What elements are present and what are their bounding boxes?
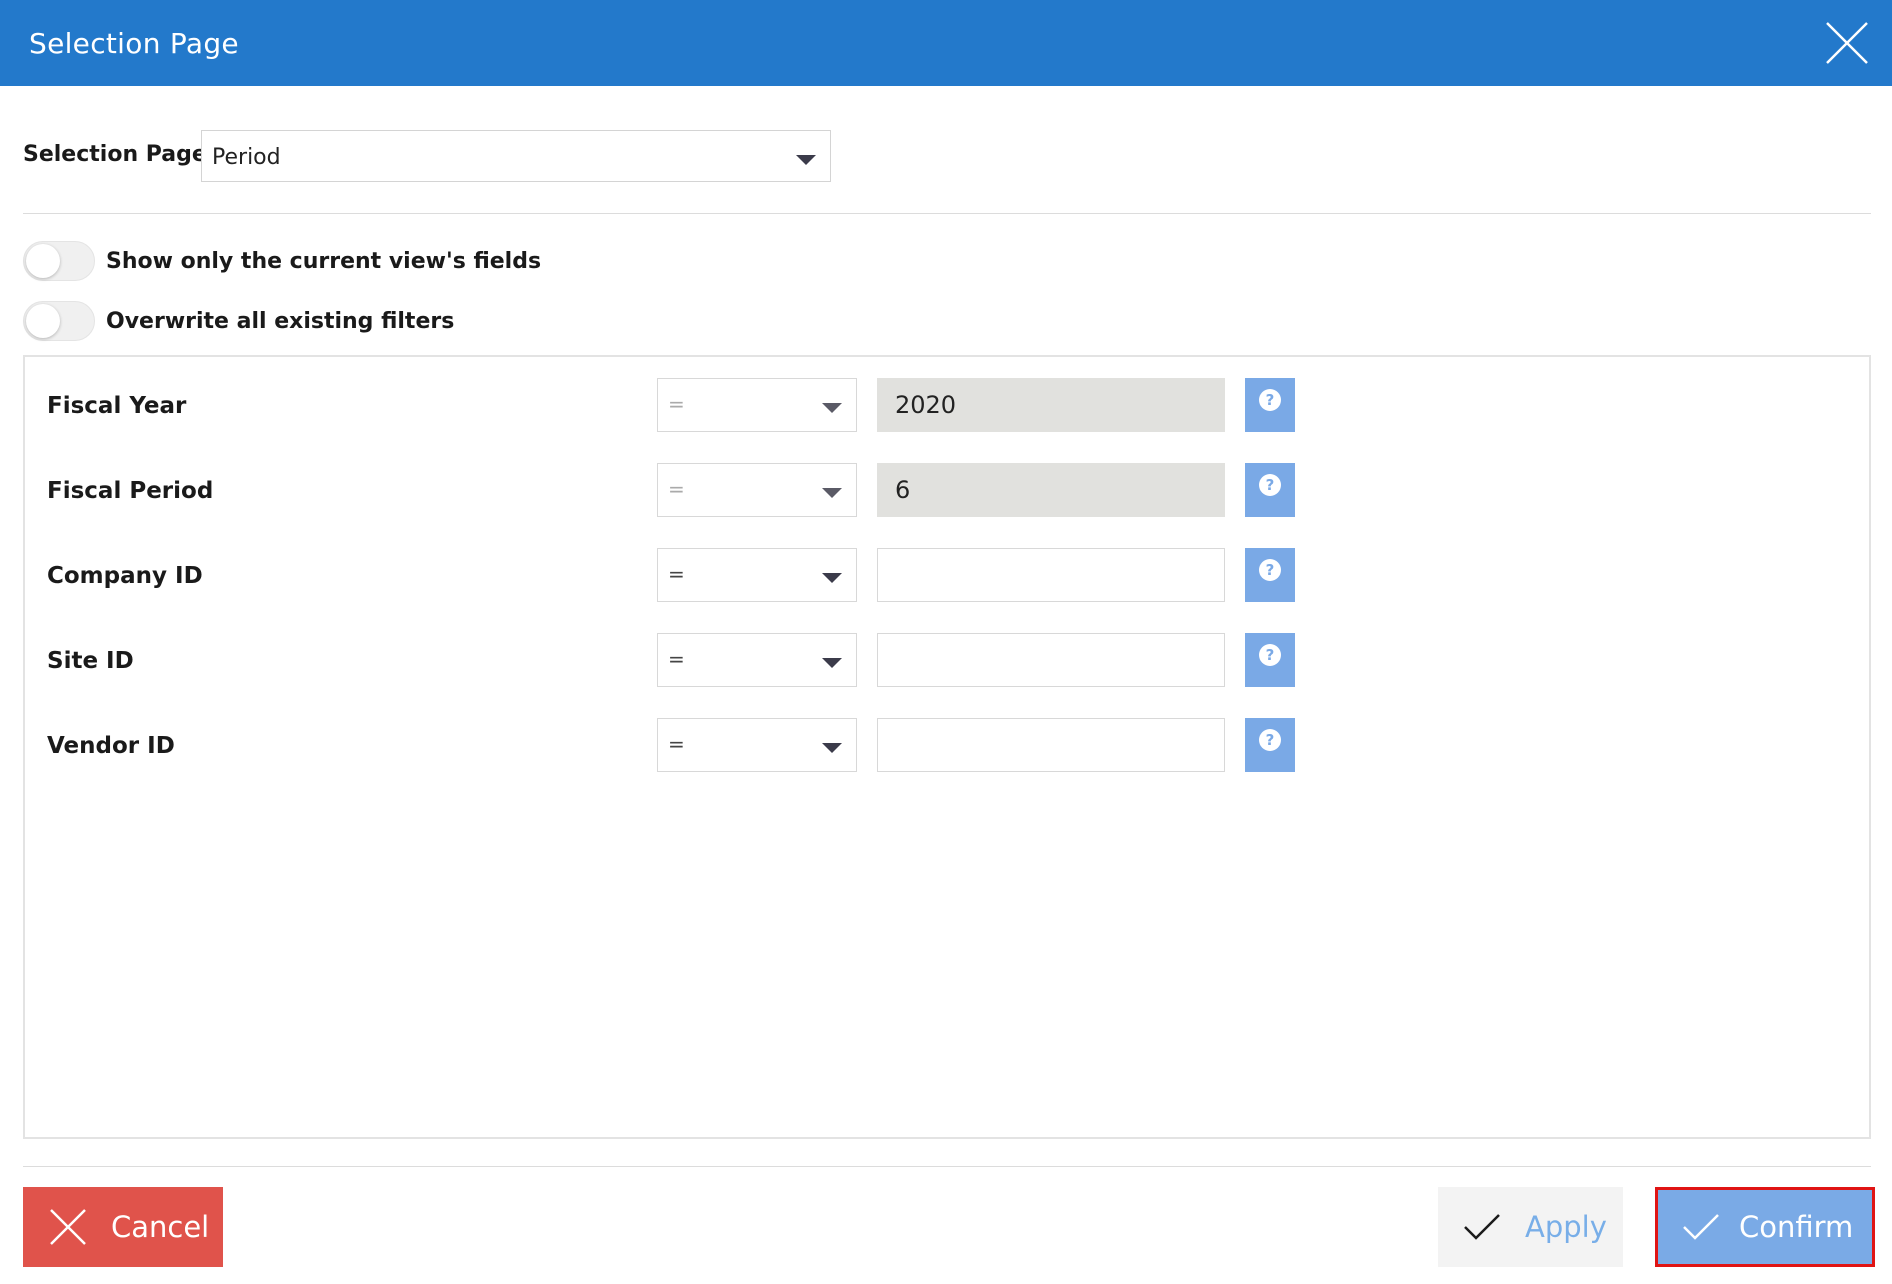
overwrite-filters-toggle[interactable] [23, 301, 95, 341]
filter-row-vendor-id: Vendor ID = ? [25, 718, 1869, 772]
operator-value: = [668, 562, 685, 586]
window-title: Selection Page [29, 27, 239, 60]
checkmark-icon [1464, 1214, 1500, 1240]
show-current-view-fields-label: Show only the current view's fields [106, 249, 542, 274]
field-label: Site ID [47, 648, 134, 674]
operator-select[interactable]: = [657, 718, 857, 772]
svg-text:?: ? [1266, 731, 1275, 749]
question-icon: ? [1259, 729, 1281, 751]
field-label: Vendor ID [47, 733, 175, 759]
cancel-label: Cancel [111, 1210, 210, 1244]
toggle-knob [26, 244, 60, 278]
operator-select[interactable]: = [657, 633, 857, 687]
filter-panel: Fiscal Year = ? Fiscal Period = ? Compan [23, 355, 1871, 1139]
company-id-input[interactable] [877, 548, 1225, 602]
chevron-down-icon [822, 403, 842, 413]
svg-text:?: ? [1266, 646, 1275, 664]
chevron-down-icon [822, 573, 842, 583]
operator-value: = [668, 647, 685, 671]
svg-text:?: ? [1266, 391, 1275, 409]
close-icon[interactable] [1824, 20, 1870, 66]
question-icon: ? [1259, 644, 1281, 666]
fiscal-year-input[interactable] [877, 378, 1225, 432]
footer-divider [23, 1166, 1871, 1167]
site-id-input[interactable] [877, 633, 1225, 687]
operator-value: = [668, 477, 685, 501]
operator-value: = [668, 392, 685, 416]
help-button[interactable]: ? [1245, 548, 1295, 602]
help-button[interactable]: ? [1245, 463, 1295, 517]
overwrite-filters-label: Overwrite all existing filters [106, 309, 455, 334]
filter-row-company-id: Company ID = ? [25, 548, 1869, 602]
title-bar: Selection Page [0, 0, 1892, 86]
apply-button[interactable]: Apply [1438, 1187, 1623, 1267]
question-icon: ? [1259, 559, 1281, 581]
operator-select[interactable]: = [657, 463, 857, 517]
help-button[interactable]: ? [1245, 718, 1295, 772]
filter-row-site-id: Site ID = ? [25, 633, 1869, 687]
question-icon: ? [1259, 474, 1281, 496]
field-label: Fiscal Year [47, 393, 187, 419]
vendor-id-input[interactable] [877, 718, 1225, 772]
selection-page-dropdown[interactable]: Period [201, 130, 831, 182]
close-icon [50, 1209, 86, 1245]
svg-text:?: ? [1266, 561, 1275, 579]
fiscal-period-input[interactable] [877, 463, 1225, 517]
field-label: Company ID [47, 563, 203, 589]
toggle-knob [26, 304, 60, 338]
field-label: Fiscal Period [47, 478, 214, 504]
apply-label: Apply [1525, 1210, 1607, 1244]
confirm-button[interactable]: Confirm [1655, 1187, 1875, 1267]
question-icon: ? [1259, 389, 1281, 411]
chevron-down-icon [822, 743, 842, 753]
selection-page-value: Period [212, 145, 281, 170]
svg-text:?: ? [1266, 476, 1275, 494]
selection-page-label: Selection Page: [23, 142, 216, 167]
confirm-label: Confirm [1739, 1210, 1854, 1244]
operator-value: = [668, 732, 685, 756]
divider [23, 213, 1871, 214]
filter-row-fiscal-period: Fiscal Period = ? [25, 463, 1869, 517]
operator-select[interactable]: = [657, 548, 857, 602]
chevron-down-icon [796, 155, 816, 165]
help-button[interactable]: ? [1245, 378, 1295, 432]
checkmark-icon [1683, 1214, 1719, 1240]
show-current-view-fields-toggle[interactable] [23, 241, 95, 281]
help-button[interactable]: ? [1245, 633, 1295, 687]
chevron-down-icon [822, 488, 842, 498]
chevron-down-icon [822, 658, 842, 668]
operator-select[interactable]: = [657, 378, 857, 432]
filter-row-fiscal-year: Fiscal Year = ? [25, 378, 1869, 432]
cancel-button[interactable]: Cancel [23, 1187, 223, 1267]
